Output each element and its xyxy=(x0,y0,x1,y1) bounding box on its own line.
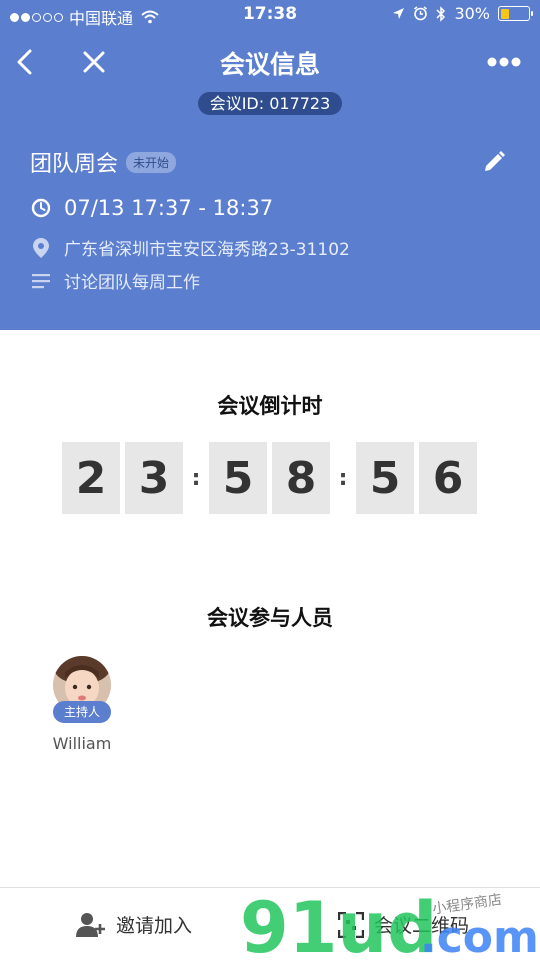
minutes-ones-digit: 8 xyxy=(272,442,330,514)
meeting-topic-row: 团队周会 未开始 xyxy=(30,146,177,178)
qrcode-icon xyxy=(338,911,364,938)
seconds-ones-digit: 6 xyxy=(419,442,477,514)
add-user-icon xyxy=(76,912,105,937)
hours-tens-digit: 2 xyxy=(62,442,120,514)
invite-label: 邀请加入 xyxy=(116,915,193,937)
meeting-address: 广东省深圳市宝安区海秀路23-31102 xyxy=(64,240,350,260)
bottom-action-bar: 邀请加入 会议二维码 xyxy=(0,887,540,960)
more-button[interactable] xyxy=(484,44,524,80)
meeting-description-row: 讨论团队每周工作 xyxy=(30,268,200,293)
bluetooth-icon xyxy=(436,5,446,22)
alarm-icon xyxy=(414,6,428,21)
hours-ones-digit: 3 xyxy=(125,442,183,514)
seconds-tens-digit: 5 xyxy=(356,442,414,514)
meeting-id-badge: 会议ID: 017723 xyxy=(198,92,342,115)
countdown-timer: 2 3 : 5 8 : 5 6 xyxy=(62,442,477,514)
status-right: 30% xyxy=(392,4,533,23)
meeting-time: 07/13 17:37 - 18:37 xyxy=(64,196,274,220)
status-bar: 中国联通 17:38 30% xyxy=(0,0,540,30)
participant-name: William xyxy=(52,734,112,753)
meeting-address-row: 广东省深圳市宝安区海秀路23-31102 xyxy=(30,235,350,260)
clock-icon xyxy=(30,197,52,219)
battery-level xyxy=(500,8,509,19)
countdown-separator: : xyxy=(191,465,201,491)
text-lines-icon xyxy=(30,270,52,292)
more-dots-icon xyxy=(487,57,521,67)
qrcode-button[interactable]: 会议二维码 xyxy=(338,888,469,960)
meeting-description: 讨论团队每周工作 xyxy=(64,273,200,293)
battery-percent: 30% xyxy=(454,4,490,23)
qrcode-label: 会议二维码 xyxy=(374,915,470,937)
countdown-separator: : xyxy=(338,465,348,491)
countdown-title: 会议倒计时 xyxy=(217,394,323,418)
status-badge: 未开始 xyxy=(126,151,177,173)
invite-button[interactable]: 邀请加入 xyxy=(76,888,192,960)
edit-button[interactable] xyxy=(482,150,506,174)
location-arrow-icon xyxy=(393,8,405,19)
participants-title: 会议参与人员 xyxy=(207,606,333,630)
minutes-tens-digit: 5 xyxy=(209,442,267,514)
navigation-bar: 会议信息 xyxy=(0,36,540,86)
participant-item[interactable]: 主持人 William xyxy=(50,656,114,753)
meeting-topic: 团队周会 xyxy=(30,152,119,177)
host-badge: 主持人 xyxy=(53,701,111,723)
battery-icon xyxy=(498,6,533,21)
page-title: 会议信息 xyxy=(219,50,320,79)
pencil-icon xyxy=(485,151,505,171)
meeting-time-row: 07/13 17:37 - 18:37 xyxy=(30,196,273,220)
location-pin-icon xyxy=(30,237,52,259)
meeting-header: 中国联通 17:38 30% 会议信息 会议ID: 017723 团队周会 未开… xyxy=(0,0,540,330)
